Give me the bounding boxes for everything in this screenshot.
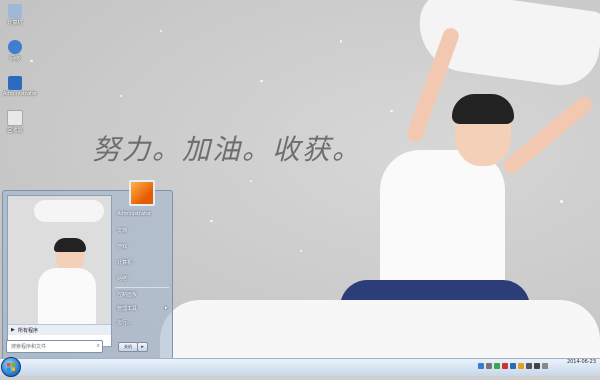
shutdown-button[interactable]: 关机: [118, 342, 138, 352]
recycle-bin-icon: [7, 110, 23, 126]
desktop-icon-label: 回收站: [7, 128, 23, 134]
submenu-arrow-icon: ▸: [165, 305, 168, 311]
desktop-icon-label: 网络: [9, 56, 20, 62]
tray-keyboard-icon[interactable]: [486, 363, 492, 369]
user-avatar[interactable]: [129, 180, 155, 206]
wallpaper-speck: [340, 40, 342, 43]
tray-notification-icon[interactable]: [518, 363, 524, 369]
tray-security-icon[interactable]: [502, 363, 508, 369]
wallpaper-speck: [210, 220, 213, 222]
start-menu-item-admin-tools[interactable]: 管理工具: [117, 305, 137, 312]
white-shirt: [38, 268, 96, 326]
wallpaper-speck: [390, 110, 393, 112]
wallpaper-speck: [30, 60, 33, 62]
wallpaper-speck: [260, 80, 263, 82]
tray-language-icon[interactable]: [478, 363, 484, 369]
start-menu-places: Administrator 文档 游戏 计算机 网络 控制面板 管理工具 ▸ 运…: [113, 191, 172, 359]
tray-network-icon[interactable]: [526, 363, 532, 369]
shutdown-options-button[interactable]: ▸: [137, 342, 148, 352]
desktop-icon-label: 计算机: [7, 20, 23, 26]
white-shirt: [380, 150, 505, 295]
wallpaper-speck: [250, 180, 252, 182]
bed-sheet: [160, 300, 600, 360]
tray-update-icon[interactable]: [510, 363, 516, 369]
start-menu: ▶ 所有程序 Administrator 文档 游戏 计算机 网络 控制面板 管…: [2, 190, 173, 360]
hair: [452, 94, 514, 124]
admin-folder-icon: [8, 76, 22, 90]
start-menu-search-input[interactable]: 搜索程序和文件 ⌕: [6, 340, 103, 353]
all-programs-arrow-icon: ▶: [11, 327, 15, 333]
wallpaper-speck: [160, 30, 162, 32]
start-menu-program-pane: ▶ 所有程序: [7, 195, 112, 347]
desktop-icon-computer[interactable]: 计算机: [3, 4, 27, 26]
start-menu-item-user[interactable]: Administrator: [117, 211, 151, 217]
start-menu-item-network[interactable]: 网络: [117, 275, 127, 282]
wallpaper-slogan: 努力。加油。收获。: [92, 133, 363, 166]
all-programs-label: 所有程序: [18, 328, 39, 334]
wallpaper-speck: [560, 200, 563, 203]
start-menu-item-computer[interactable]: 计算机: [117, 259, 132, 266]
clock-date: 2014-06-23: [566, 359, 596, 365]
wallpaper-speck: [120, 95, 122, 97]
desktop-icon-admin-folder[interactable]: Administrator: [3, 76, 38, 97]
start-menu-item-games[interactable]: 游戏: [117, 243, 127, 250]
tray-app-icon[interactable]: [494, 363, 500, 369]
network-icon: [8, 40, 22, 54]
start-menu-item-documents[interactable]: 文档: [117, 227, 127, 234]
search-placeholder: 搜索程序和文件: [11, 344, 47, 350]
right-arm: [500, 93, 596, 177]
taskbar-clock[interactable]: 2014-06-23: [567, 359, 596, 366]
windows-logo-icon: [7, 363, 15, 371]
wallpaper-speck: [300, 250, 302, 252]
hair: [54, 238, 86, 252]
tray-flag-icon[interactable]: [542, 363, 548, 369]
start-button[interactable]: [1, 357, 21, 377]
program-pane-preview: [8, 196, 111, 326]
search-icon: ⌕: [96, 342, 100, 349]
desktop-icon-recycle-bin[interactable]: 回收站: [3, 110, 27, 134]
all-programs-bar[interactable]: ▶ 所有程序: [8, 324, 111, 335]
desktop-icon-label: Administrator: [3, 91, 38, 97]
start-menu-item-run[interactable]: 运行...: [117, 319, 132, 326]
start-menu-separator: [115, 287, 169, 288]
pillow: [34, 200, 104, 222]
computer-icon: [8, 4, 22, 18]
start-menu-item-control-panel[interactable]: 控制面板: [117, 291, 137, 298]
desktop-icon-network[interactable]: 网络: [3, 40, 27, 62]
tray-volume-icon[interactable]: [534, 363, 540, 369]
